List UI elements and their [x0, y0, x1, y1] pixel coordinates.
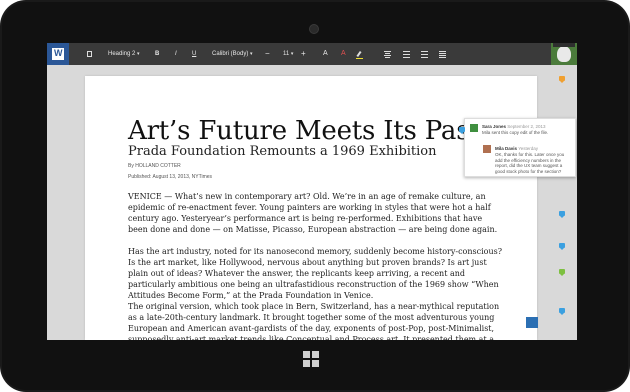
font-dropdown[interactable]: Calibri (Body) ▾ [212, 43, 253, 65]
comment-date: September 2, 2013 [507, 124, 546, 129]
reply-author: Mila Davis [495, 146, 518, 151]
comment-marker-icon[interactable] [559, 243, 565, 250]
reply-date: Yesterday [518, 146, 539, 151]
article-paragraph: Has the art industry, noted for its nano… [128, 247, 503, 300]
style-dropdown-value: Heading 2 [108, 51, 136, 57]
bold-button[interactable]: B [155, 43, 159, 65]
underline-label: U [192, 51, 197, 57]
comment-author: Sara Jones [482, 124, 507, 129]
font-size-dropdown[interactable]: 11 ▾ [283, 43, 293, 65]
reply-header: Mila Davis Yesterday [495, 146, 538, 151]
list-icon[interactable] [439, 43, 447, 65]
chevron-down-icon: ▾ [250, 51, 253, 57]
decrease-label: − [265, 49, 270, 58]
comment-avatar [470, 124, 478, 132]
numbering-icon[interactable] [421, 43, 429, 65]
align-center-icon[interactable] [384, 43, 392, 65]
italic-button[interactable]: I [175, 43, 177, 65]
font-dropdown-value: Calibri (Body) [212, 51, 249, 57]
style-dropdown[interactable]: Heading 2 ▾ [108, 43, 140, 65]
user-avatar[interactable] [551, 43, 577, 65]
decrease-size-button[interactable]: − [265, 43, 270, 65]
font-format-button[interactable]: A [323, 43, 328, 65]
article-paragraph: The original version, which took place i… [128, 302, 500, 340]
ribbon-toolbar: Heading 2 ▾ B I U Calibri (Body) ▾ − 11 … [47, 43, 577, 65]
underline-button[interactable]: U [192, 43, 196, 65]
word-icon[interactable] [47, 43, 69, 65]
comment-popup: Sara Jones September 2, 2013 Mila sent t… [464, 118, 576, 177]
document-page[interactable]: Art’s Future Meets Its Past Prada Founda… [85, 76, 537, 340]
article-headline: Art’s Future Meets Its Past [128, 116, 480, 146]
increase-size-button[interactable]: + [301, 43, 306, 65]
bold-label: B [155, 51, 160, 57]
article-published-date: Published: August 13, 2013, NYTimes [128, 174, 213, 180]
bullets-icon[interactable] [403, 43, 411, 65]
italic-label: I [175, 51, 177, 57]
comment-marker-icon[interactable] [459, 127, 465, 134]
collaborator-avatar[interactable] [526, 317, 538, 328]
article-paragraph: VENICE — What’s new in contemporary art?… [128, 192, 498, 234]
comment-marker-icon[interactable] [559, 269, 565, 276]
comment-header: Sara Jones September 2, 2013 [482, 124, 546, 129]
screen: Heading 2 ▾ B I U Calibri (Body) ▾ − 11 … [47, 43, 577, 340]
reply-avatar [483, 145, 491, 153]
comment-marker-icon[interactable] [559, 211, 565, 218]
font-color-label: A [341, 50, 346, 57]
chevron-down-icon: ▾ [137, 51, 140, 57]
camera-icon [309, 24, 319, 34]
comment-marker-icon[interactable] [559, 76, 565, 83]
font-color-button[interactable]: A [341, 43, 346, 65]
article-subhead: Prada Foundation Remounts a 1969 Exhibit… [128, 144, 437, 159]
windows-logo-icon[interactable] [303, 351, 319, 367]
font-format-label: A [323, 50, 328, 57]
comment-text: Mila sent this copy edit of the file. [482, 130, 549, 135]
article-byline: By HOLLAND COTTER [128, 163, 181, 169]
increase-label: + [301, 49, 306, 58]
comment-marker-icon[interactable] [559, 308, 565, 315]
font-size-value: 11 [283, 51, 290, 57]
chevron-down-icon: ▾ [290, 51, 294, 57]
reply-text: OK, thanks for this. Later once you add … [495, 152, 565, 174]
